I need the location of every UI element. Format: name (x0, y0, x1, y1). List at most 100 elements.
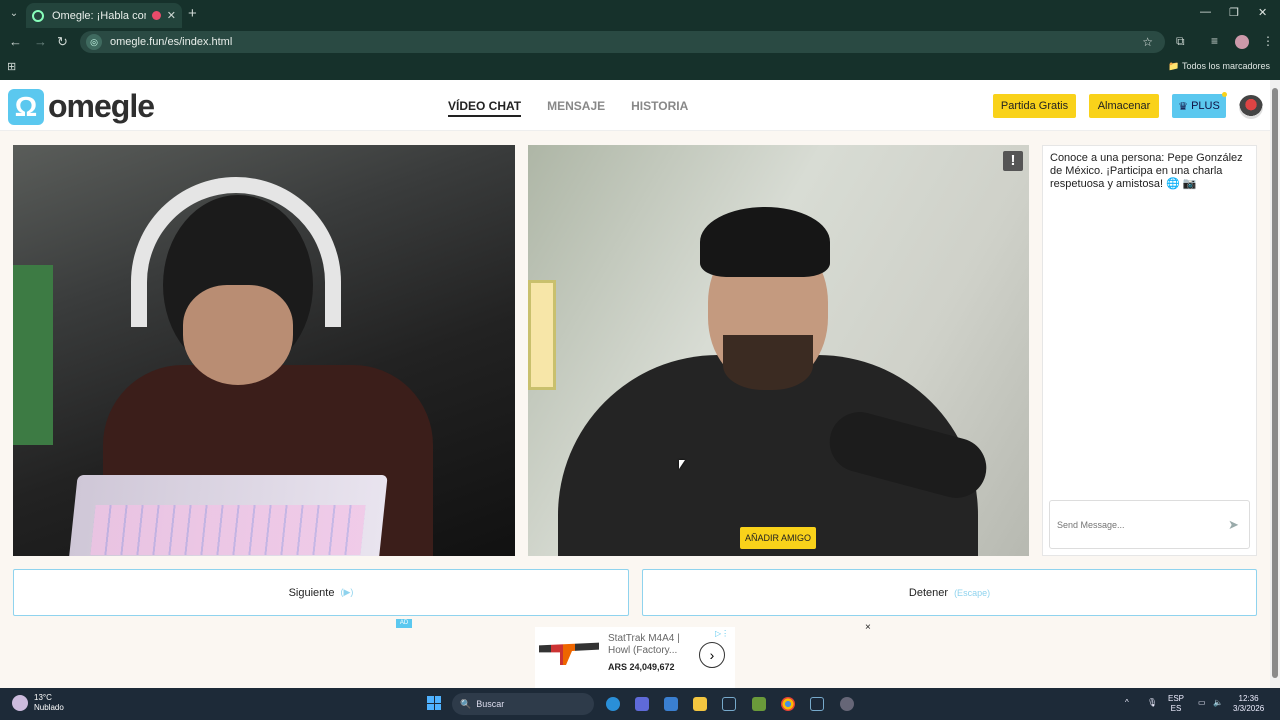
plus-label: PLUS (1191, 100, 1220, 112)
browser-tab[interactable]: Omegle: ¡Habla con Desco ✕ (26, 3, 182, 28)
profile-icon[interactable] (1235, 35, 1249, 49)
headset (131, 177, 341, 327)
next-label: Siguiente (288, 586, 335, 599)
local-video (13, 145, 515, 556)
windows-start-icon[interactable] (427, 696, 441, 710)
windows-taskbar: 13°C Nublado 🔍 Buscar ^ 🎙 ESP ES ▭ 🔈 12:36… (0, 688, 1280, 720)
date: 3/3/2026 (1233, 704, 1265, 713)
chat-message: Conoce a una persona: Pepe González de M… (1050, 152, 1243, 190)
send-icon[interactable]: ➤ (1228, 517, 1239, 533)
ad-price: ARS 24,049,672 (608, 662, 675, 672)
window (528, 280, 556, 390)
search-label: Buscar (476, 699, 505, 709)
chevron-right-icon[interactable]: › (699, 642, 725, 668)
nav-video-chat[interactable]: VÍDEO CHAT (448, 99, 522, 117)
address-bar[interactable]: ◎ omegle.fun/es/index.html ☆ (80, 31, 1165, 53)
ad-banner[interactable]: StatTrak M4A4 | Howl (Factory... ARS 24,… (535, 627, 735, 688)
extensions-icon[interactable]: ⧉ (1176, 34, 1185, 49)
person-hair (700, 207, 830, 277)
forward-icon[interactable]: → (34, 34, 47, 49)
recording-icon (151, 11, 161, 20)
logo-text: omegle (48, 88, 155, 124)
address-row: ← → ↻ ◎ omegle.fun/es/index.html ☆ ⧉ ≡ ⋮ (0, 30, 1280, 54)
background-wall (13, 265, 53, 445)
scroll-thumb[interactable] (1272, 88, 1278, 678)
all-bookmarks[interactable]: 📁 Todos los marcadores (1168, 61, 1270, 72)
bookmark-star-icon[interactable]: ☆ (1142, 35, 1153, 49)
notification-dot (1222, 92, 1227, 97)
ad-info-icon[interactable]: ▷⋮ (715, 629, 729, 638)
next-hint: (▶) (340, 587, 354, 597)
app-icon[interactable] (635, 697, 649, 711)
language-indicator[interactable]: ESP ES (1168, 694, 1184, 714)
restore-icon[interactable]: ❐ (1229, 6, 1239, 19)
ad-title[interactable]: StatTrak M4A4 | Howl (Factory... (608, 633, 693, 657)
bookmarks-bar: ⊞ 📁 Todos los marcadores (0, 58, 1280, 76)
url-text: omegle.fun/es/index.html (110, 36, 233, 48)
add-friend-button[interactable]: AÑADIR AMIGO (740, 527, 816, 549)
media-icon[interactable]: ≡ (1211, 34, 1218, 48)
steam-icon[interactable] (722, 697, 736, 711)
remote-video: ! AÑADIR AMIGO (528, 145, 1029, 556)
browser-chrome: ⌄ Omegle: ¡Habla con Desco ✕ + — ❐ ✕ ← →… (0, 0, 1280, 80)
tray-chevron-icon[interactable]: ^ (1125, 698, 1129, 708)
favicon-icon (32, 9, 44, 22)
taskbar-search[interactable]: 🔍 Buscar (452, 693, 594, 715)
minecraft-icon[interactable] (752, 697, 766, 711)
close-tab-icon[interactable]: ✕ (167, 9, 176, 22)
chat-panel: Conoce a una persona: Pepe González de M… (1042, 145, 1257, 556)
edge-icon[interactable] (606, 697, 620, 711)
site-info-icon[interactable]: ◎ (86, 34, 102, 50)
plus-button[interactable]: ♛ PLUS (1172, 94, 1226, 118)
weather-widget[interactable]: 13°C Nublado (12, 693, 64, 713)
person-beard (723, 335, 813, 390)
next-button[interactable]: Siguiente (▶) (13, 569, 629, 616)
rifle-image (539, 642, 599, 665)
nav-historia[interactable]: HISTORIA (631, 99, 688, 117)
clock[interactable]: 12:36 3/3/2026 (1233, 694, 1264, 714)
message-input[interactable] (1049, 500, 1250, 549)
main-nav: VÍDEO CHAT MENSAJE HISTORIA (448, 99, 688, 117)
file-explorer-icon[interactable] (693, 697, 707, 711)
keyboard (90, 505, 366, 555)
stop-hint: (Escape) (954, 587, 991, 598)
stop-button[interactable]: Detener (Escape) (642, 569, 1257, 616)
omega-logo-icon: Ω (8, 88, 44, 125)
network-icon[interactable]: ▭ (1198, 698, 1206, 708)
all-bookmarks-label: Todos los marcadores (1181, 61, 1270, 71)
weather-icon (12, 695, 28, 711)
crown-icon: ♛ (1178, 100, 1192, 113)
nav-mensaje[interactable]: MENSAJE (547, 99, 605, 117)
new-tab-icon[interactable]: + (188, 5, 197, 22)
tab-search-icon[interactable]: ⌄ (6, 6, 22, 22)
user-avatar[interactable] (1239, 95, 1263, 119)
ad-badge: AD (396, 619, 412, 628)
menu-icon[interactable]: ⋮ (1262, 34, 1274, 48)
store-button[interactable]: Almacenar (1089, 94, 1159, 118)
omegle-logo[interactable]: Ω omegle (8, 88, 155, 125)
close-window-icon[interactable]: ✕ (1258, 6, 1267, 19)
temperature: 13°C (34, 693, 52, 702)
chrome-icon[interactable] (781, 697, 795, 711)
time: 12:36 (1238, 694, 1259, 703)
apps-icon[interactable]: ⊞ (7, 60, 16, 73)
ad-close-icon[interactable]: × (865, 622, 871, 633)
minimize-icon[interactable]: — (1200, 6, 1211, 18)
free-match-button[interactable]: Partida Gratis (993, 94, 1076, 118)
steam-icon-2[interactable] (810, 697, 824, 711)
lang-secondary: ES (1170, 704, 1182, 713)
mouse-cursor-icon (679, 460, 685, 469)
page-scrollbar[interactable] (1270, 80, 1280, 688)
weather-desc: Nublado (34, 703, 64, 712)
tab-strip: ⌄ Omegle: ¡Habla con Desco ✕ + — ❐ ✕ (0, 0, 1280, 28)
reload-icon[interactable]: ↻ (57, 34, 68, 50)
site-header: Ω omegle VÍDEO CHAT MENSAJE HISTORIA Par… (0, 80, 1270, 131)
back-icon[interactable]: ← (9, 34, 22, 49)
report-icon[interactable]: ! (1003, 151, 1023, 171)
volume-icon[interactable]: 🔈 (1213, 698, 1223, 708)
store-icon[interactable] (664, 697, 678, 711)
mic-icon[interactable]: 🎙 (1147, 698, 1157, 708)
tab-title: Omegle: ¡Habla con Desco (52, 9, 146, 22)
lang-primary: ESP (1168, 694, 1185, 703)
app-icon-2[interactable] (840, 697, 854, 711)
